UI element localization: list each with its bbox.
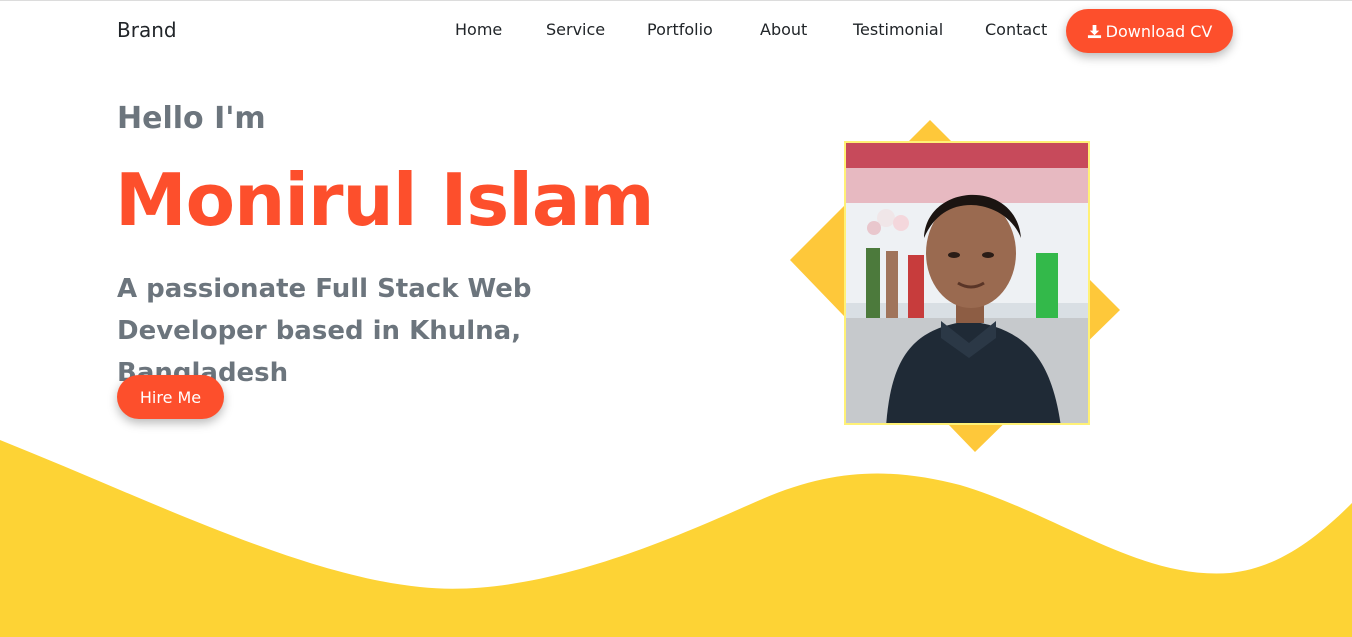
- nav-item-portfolio: Portfolio: [647, 20, 713, 39]
- hero-greeting: Hello I'm: [117, 101, 266, 136]
- download-cv-label: Download CV: [1105, 21, 1213, 41]
- navbar: Brand Home Service Portfolio About Testi…: [0, 0, 1352, 62]
- nav-item-service: Service: [546, 20, 605, 39]
- nav-item-contact: Contact: [985, 20, 1047, 39]
- hero-name: Monirul Islam: [115, 158, 654, 242]
- nav-link-contact[interactable]: Contact: [985, 20, 1047, 39]
- nav-link-home[interactable]: Home: [455, 20, 502, 39]
- profile-photo-illustration: [846, 143, 1088, 423]
- nav-link-service[interactable]: Service: [546, 20, 605, 39]
- download-icon: [1087, 24, 1101, 38]
- profile-photo: [844, 141, 1090, 425]
- nav-item-testimonial: Testimonial: [853, 20, 943, 39]
- nav-link-about[interactable]: About: [760, 20, 807, 39]
- wave-background: [0, 440, 1352, 637]
- nav-item-about: About: [760, 20, 807, 39]
- brand-logo[interactable]: Brand: [117, 18, 177, 42]
- download-cv-button[interactable]: Download CV: [1066, 9, 1233, 53]
- nav-item-home: Home: [455, 20, 502, 39]
- nav-link-portfolio[interactable]: Portfolio: [647, 20, 713, 39]
- hire-me-button[interactable]: Hire Me: [117, 375, 224, 419]
- nav-link-testimonial[interactable]: Testimonial: [853, 20, 943, 39]
